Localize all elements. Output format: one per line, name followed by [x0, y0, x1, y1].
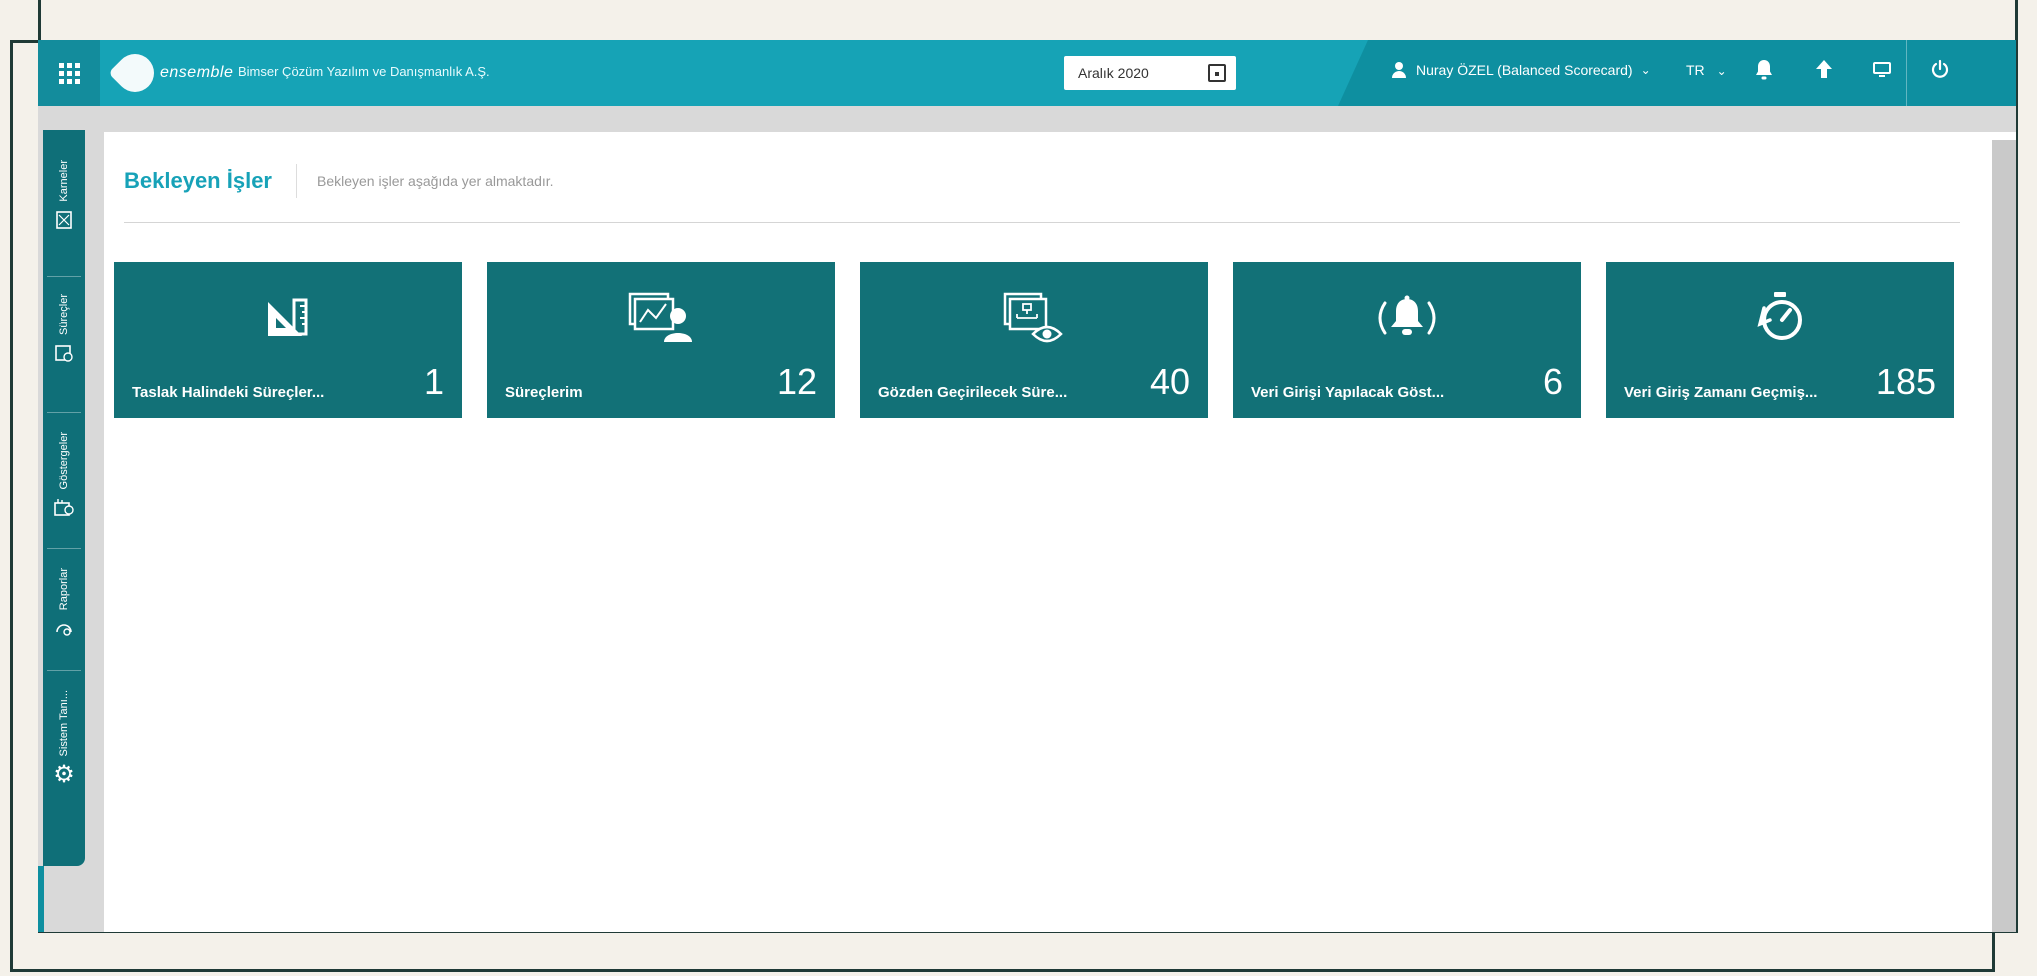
- ensemble-logo[interactable]: ensemble: [108, 46, 234, 100]
- sidebar-divider: [47, 276, 81, 277]
- user-name: Nuray ÖZEL (Balanced Scorecard): [1416, 62, 1633, 78]
- tile-count: 12: [776, 361, 817, 402]
- logo-text: ensemble: [160, 64, 234, 81]
- app-window: ensemble Bimser Çözüm Yazılım ve Danışma…: [38, 40, 2016, 932]
- sidebar-item-label: Raporlar: [58, 568, 70, 611]
- company-name: Bimser Çözüm Yazılım ve Danışmanlık A.Ş.: [238, 64, 490, 79]
- tile-label: Veri Giriş Zamanı Geçmiş...: [1624, 384, 1818, 401]
- draft-ruler-icon: [264, 296, 312, 345]
- tile-my-processes[interactable]: Süreçlerim 12: [487, 262, 835, 418]
- logo-mark-icon: [108, 46, 162, 100]
- period-date-picker[interactable]: Aralık 2020: [1064, 56, 1236, 90]
- page-scrollbar[interactable]: [1992, 140, 2016, 932]
- scorecard-icon: [55, 210, 73, 235]
- alarm-bell-icon: [1371, 293, 1443, 348]
- sidebar-item-label: Karneler: [58, 160, 70, 202]
- apps-grid-icon[interactable]: [38, 40, 100, 106]
- tile-label: Veri Girişi Yapılacak Göst...: [1251, 384, 1445, 401]
- tile-count: 185: [1875, 361, 1936, 402]
- indicator-icon: [53, 497, 75, 522]
- main-content: Bekleyen İşler Bekleyen işler aşağıda ye…: [104, 132, 2016, 932]
- tile-data-entry-indicators[interactable]: Veri Girişi Yapılacak Göst... 6: [1233, 262, 1581, 418]
- sidebar-divider: [47, 670, 81, 671]
- sidebar-bottom-strip: [38, 866, 44, 932]
- tile-overdue-data-entry[interactable]: Veri Giriş Zamanı Geçmiş... 185: [1606, 262, 1954, 418]
- chevron-down-icon: ⌄: [1640, 63, 1651, 77]
- process-icon: [54, 343, 74, 368]
- review-eye-icon: [1001, 290, 1067, 351]
- power-divider: [1906, 40, 1907, 106]
- sidebar-item-label: Süreçler: [58, 294, 70, 335]
- timer-icon: [1752, 290, 1808, 351]
- my-process-icon: [626, 290, 696, 351]
- header-divider: [124, 222, 1960, 223]
- top-bar: ensemble Bimser Çözüm Yazılım ve Danışma…: [38, 40, 2016, 106]
- tile-review-processes[interactable]: Gözden Geçirilecek Süre... 40: [860, 262, 1208, 418]
- date-value: Aralık 2020: [1078, 65, 1149, 81]
- tile-label: Gözden Geçirilecek Süre...: [878, 384, 1068, 401]
- sidebar-item-label: Sistem Tanı...: [58, 690, 70, 757]
- arrow-up-icon[interactable]: [1810, 58, 1838, 87]
- gear-icon: ⚙: [53, 761, 75, 789]
- sidebar-divider: [47, 548, 81, 549]
- user-icon: [1392, 62, 1406, 78]
- tile-count: 40: [1149, 361, 1190, 402]
- sidebar-divider: [47, 412, 81, 413]
- sidebar-item-label: Göstergeler: [58, 432, 70, 490]
- screen-icon[interactable]: [1868, 58, 1896, 86]
- language-value: TR: [1686, 62, 1705, 78]
- calendar-icon[interactable]: [1208, 64, 1226, 82]
- bell-icon[interactable]: [1750, 58, 1778, 89]
- page-title: Bekleyen İşler: [124, 168, 272, 193]
- sidebar-item-sistem-tanimlari[interactable]: Sistem Tanı... ⚙: [43, 690, 85, 789]
- sidebar-item-gostergeler[interactable]: Göstergeler: [43, 432, 85, 522]
- page-subtitle: Bekleyen işler aşağıda yer almaktadır.: [317, 173, 554, 189]
- title-divider: [296, 164, 297, 198]
- power-icon[interactable]: [1926, 58, 1954, 87]
- tile-label: Süreçlerim: [505, 384, 583, 401]
- tile-count: 1: [423, 361, 444, 402]
- language-selector[interactable]: TR ⌄: [1686, 62, 1727, 78]
- user-menu[interactable]: Nuray ÖZEL (Balanced Scorecard) ⌄: [1392, 62, 1651, 78]
- sidebar-item-surecler[interactable]: Süreçler: [43, 294, 85, 368]
- tile-label: Taslak Halindeki Süreçler...: [132, 384, 325, 401]
- left-sidebar: Karneler Süreçler Göstergeler Raporlar S…: [43, 130, 85, 866]
- sidebar-item-karneler[interactable]: Karneler: [43, 160, 85, 235]
- sidebar-item-raporlar[interactable]: Raporlar: [43, 568, 85, 643]
- chevron-down-icon: ⌄: [1716, 64, 1727, 78]
- tile-draft-processes[interactable]: Taslak Halindeki Süreçler... 1: [114, 262, 462, 418]
- report-icon: [54, 618, 74, 643]
- tile-count: 6: [1542, 361, 1563, 402]
